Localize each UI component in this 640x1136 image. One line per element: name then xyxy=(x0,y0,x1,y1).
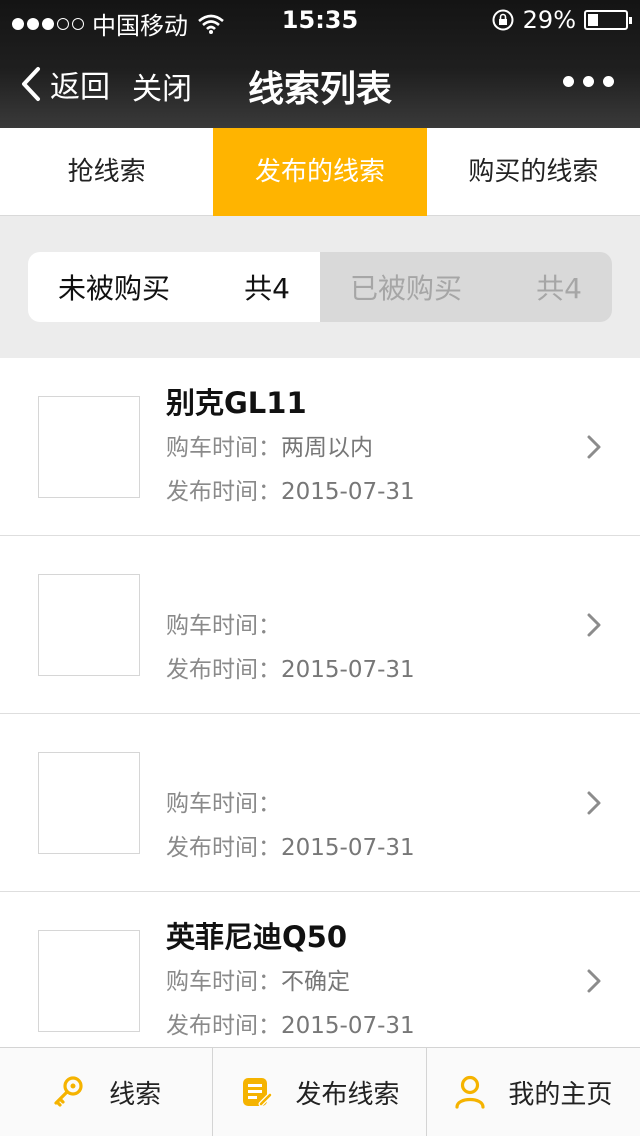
rotation-lock-icon xyxy=(492,9,514,31)
tab-purchased-leads[interactable]: 购买的线索 xyxy=(427,128,640,216)
top-bar: 中国移动 15:35 29% 返回 关闭 线索列表 xyxy=(0,0,640,128)
segment-area: 未被购买 共4 已被购买 共4 xyxy=(0,216,640,358)
lead-title: 别克GL11 xyxy=(166,386,307,420)
segment-sold-count: 共4 xyxy=(536,272,582,305)
segment-sold-label: 已被购买 xyxy=(350,272,463,305)
bottom-tab-profile-label: 我的主页 xyxy=(508,1079,613,1110)
publish-time-label: 发布时间： xyxy=(166,479,281,505)
chevron-right-icon xyxy=(587,613,601,637)
purchase-time-row: 购车时间： xyxy=(166,606,281,640)
segment-unsold-label: 未被购买 xyxy=(58,272,171,305)
segment-unsold-count: 共4 xyxy=(244,272,290,305)
purchase-time-label: 购车时间： xyxy=(166,969,281,995)
battery-percent: 29% xyxy=(522,6,576,34)
purchase-time-row: 购车时间： xyxy=(166,784,281,818)
segment-sold[interactable]: 已被购买 共4 xyxy=(320,252,612,322)
publish-time-row: 发布时间：2015-07-31 xyxy=(166,472,415,506)
bottom-tab-bar: 线索 发布线索 我的主页 xyxy=(0,1047,640,1136)
publish-time-label: 发布时间： xyxy=(166,835,281,861)
lead-list: 别克GL11 购车时间：两周以内 发布时间：2015-07-31 购车时间： 发… xyxy=(0,358,640,1070)
chevron-right-icon xyxy=(587,791,601,815)
lead-thumbnail xyxy=(38,396,140,498)
purchase-time-row: 购车时间：两周以内 xyxy=(166,428,373,462)
tab-bar: 抢线索 发布的线索 购买的线索 xyxy=(0,128,640,216)
publish-time-label: 发布时间： xyxy=(166,657,281,683)
publish-time-value: 2015-07-31 xyxy=(281,835,415,861)
list-item[interactable]: 购车时间： 发布时间：2015-07-31 xyxy=(0,536,640,714)
publish-time-value: 2015-07-31 xyxy=(281,657,415,683)
chevron-right-icon xyxy=(587,969,601,993)
battery-icon xyxy=(584,10,632,30)
chevron-right-icon xyxy=(587,435,601,459)
edit-icon xyxy=(243,1078,273,1107)
lead-title: 英菲尼迪Q50 xyxy=(166,920,348,954)
key-icon xyxy=(54,1076,83,1107)
tab-published-leads[interactable]: 发布的线索 xyxy=(213,128,427,216)
status-bar: 中国移动 15:35 29% xyxy=(0,0,640,40)
publish-time-label: 发布时间： xyxy=(166,1013,281,1039)
purchase-time-value: 两周以内 xyxy=(281,435,373,461)
segmented-control: 未被购买 共4 已被购买 共4 xyxy=(28,252,612,322)
bottom-tab-publish-label: 发布线索 xyxy=(295,1079,400,1110)
publish-time-row: 发布时间：2015-07-31 xyxy=(166,1006,415,1040)
tab-grab-leads[interactable]: 抢线索 xyxy=(0,128,213,216)
publish-time-row: 发布时间：2015-07-31 xyxy=(166,828,415,862)
list-item[interactable]: 购车时间： 发布时间：2015-07-31 xyxy=(0,714,640,892)
purchase-time-row: 购车时间：不确定 xyxy=(166,962,350,996)
list-item[interactable]: 别克GL11 购车时间：两周以内 发布时间：2015-07-31 xyxy=(0,358,640,536)
purchase-time-value: 不确定 xyxy=(281,969,350,995)
bottom-tab-leads[interactable]: 线索 xyxy=(0,1048,214,1136)
bottom-tab-publish[interactable]: 发布线索 xyxy=(213,1048,427,1136)
navigation-bar: 返回 关闭 线索列表 xyxy=(0,40,640,128)
user-icon xyxy=(455,1075,485,1109)
lead-thumbnail xyxy=(38,930,140,1032)
page-title: 线索列表 xyxy=(247,69,392,110)
publish-time-value: 2015-07-31 xyxy=(281,479,415,505)
segment-unsold[interactable]: 未被购买 共4 xyxy=(28,252,320,322)
purchase-time-label: 购车时间： xyxy=(166,791,281,817)
bottom-tab-leads-label: 线索 xyxy=(109,1079,162,1110)
lead-thumbnail xyxy=(38,574,140,676)
lead-thumbnail xyxy=(38,752,140,854)
list-item[interactable]: 英菲尼迪Q50 购车时间：不确定 发布时间：2015-07-31 xyxy=(0,892,640,1070)
publish-time-row: 发布时间：2015-07-31 xyxy=(166,650,415,684)
publish-time-value: 2015-07-31 xyxy=(281,1013,415,1039)
purchase-time-label: 购车时间： xyxy=(166,613,281,639)
more-icon[interactable] xyxy=(563,76,614,87)
purchase-time-label: 购车时间： xyxy=(166,435,281,461)
bottom-tab-profile[interactable]: 我的主页 xyxy=(427,1048,640,1136)
